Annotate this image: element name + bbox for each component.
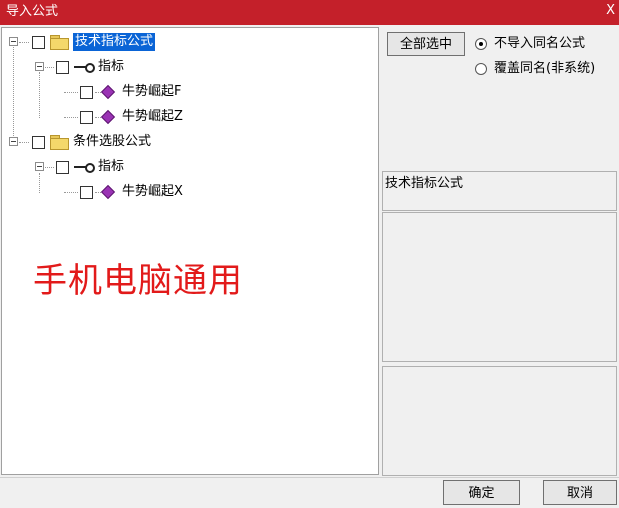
- group-2-label[interactable]: 条件选股公式: [73, 133, 151, 151]
- formula-label[interactable]: 牛势崛起F: [122, 83, 181, 101]
- purple-diamond-icon: [100, 184, 116, 200]
- watermark-text: 手机电脑通用: [33, 261, 243, 301]
- key-icon: [74, 162, 95, 173]
- minus-expander-icon[interactable]: [9, 37, 18, 46]
- indicator-1-checkbox[interactable]: [56, 61, 69, 74]
- tree-connector: [19, 142, 29, 143]
- radio-skip-label: 不导入同名公式: [494, 36, 586, 51]
- radio-overwrite-duplicates[interactable]: [475, 63, 487, 75]
- description-title-panel: 技术指标公式: [382, 171, 617, 211]
- description-title: 技术指标公式: [385, 176, 464, 191]
- formula-checkbox[interactable]: [80, 186, 93, 199]
- purple-diamond-icon: [100, 84, 116, 100]
- tree-connector: [64, 192, 78, 193]
- description-content-panel[interactable]: [382, 212, 617, 362]
- radio-overwrite-label: 覆盖同名(非系统): [494, 61, 596, 76]
- folder-icon: [50, 35, 69, 50]
- tree-connector: [64, 117, 78, 118]
- cancel-button[interactable]: 取消: [543, 480, 617, 505]
- ok-button[interactable]: 确定: [443, 480, 520, 505]
- formula-tree[interactable]: 技术指标公式 指标 牛势崛起F 牛势崛起Z 条件选股公式 指标 牛势崛起X: [1, 27, 379, 475]
- group-1-label[interactable]: 技术指标公式: [73, 33, 156, 51]
- radio-skip-duplicates[interactable]: [475, 38, 487, 50]
- tree-connector: [45, 167, 54, 168]
- tree-node-formula[interactable]: 牛势崛起X: [2, 182, 378, 202]
- purple-diamond-icon: [100, 109, 116, 125]
- tree-node-indicator-2[interactable]: 指标: [2, 157, 378, 177]
- key-icon: [74, 62, 95, 73]
- tree-node-group-1[interactable]: 技术指标公式: [2, 32, 378, 52]
- title-bar: 导入公式 X: [0, 0, 619, 25]
- indicator-1-label[interactable]: 指标: [98, 58, 124, 76]
- tree-node-group-2[interactable]: 条件选股公式: [2, 132, 378, 152]
- folder-icon: [50, 135, 69, 150]
- tree-connector: [19, 42, 29, 43]
- formula-label[interactable]: 牛势崛起X: [122, 183, 183, 201]
- minus-expander-icon[interactable]: [35, 62, 44, 71]
- tree-connector: [45, 67, 54, 68]
- group-2-checkbox[interactable]: [32, 136, 45, 149]
- footer-divider: [0, 477, 619, 478]
- indicator-2-label[interactable]: 指标: [98, 158, 124, 176]
- minus-expander-icon[interactable]: [9, 137, 18, 146]
- group-1-checkbox[interactable]: [32, 36, 45, 49]
- minus-expander-icon[interactable]: [35, 162, 44, 171]
- tree-node-indicator-1[interactable]: 指标: [2, 57, 378, 77]
- formula-checkbox[interactable]: [80, 86, 93, 99]
- close-icon[interactable]: X: [606, 3, 615, 19]
- description-detail-panel[interactable]: [382, 366, 617, 476]
- select-all-button[interactable]: 全部选中: [387, 32, 465, 56]
- window-title: 导入公式: [6, 4, 59, 19]
- tree-connector: [64, 92, 78, 93]
- formula-checkbox[interactable]: [80, 111, 93, 124]
- indicator-2-checkbox[interactable]: [56, 161, 69, 174]
- tree-node-formula[interactable]: 牛势崛起Z: [2, 107, 378, 127]
- tree-node-formula[interactable]: 牛势崛起F: [2, 82, 378, 102]
- formula-label[interactable]: 牛势崛起Z: [122, 108, 183, 126]
